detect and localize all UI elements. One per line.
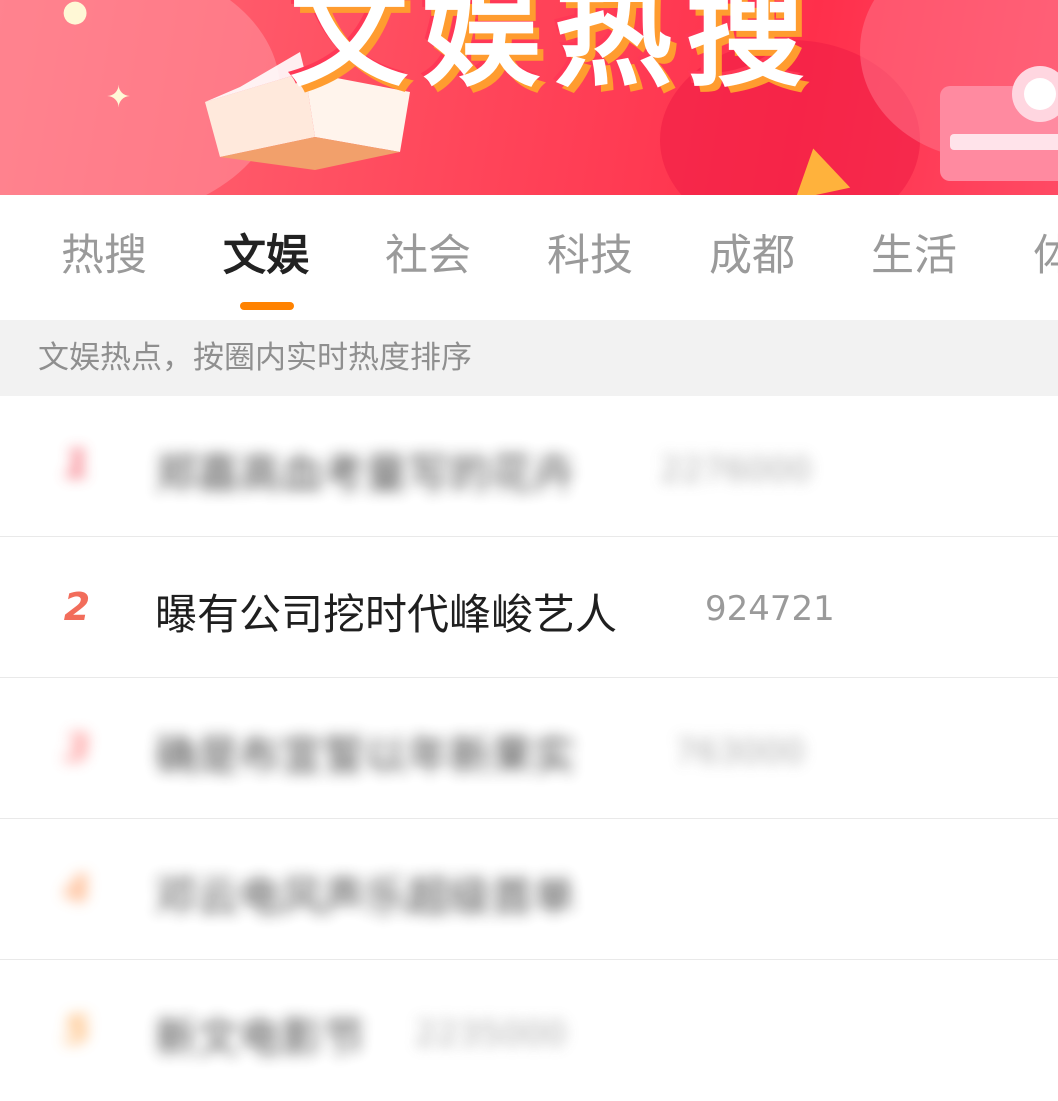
list-item[interactable]: 1 郑嘉高血考量写的花卉 2276000	[0, 396, 1058, 537]
heat-value: 763000	[675, 732, 805, 772]
tab-hot-search[interactable]: 热搜	[61, 233, 147, 279]
list-item[interactable]: 3 确是布宣誓以年新果实 763000	[0, 678, 1058, 819]
rank-number: 4	[63, 867, 91, 911]
list-item[interactable]: 4 邓云电风声乐超级首单	[0, 819, 1058, 960]
heat-value: 2235000	[415, 1014, 567, 1054]
heat-value: 2276000	[660, 450, 812, 490]
active-tab-indicator	[240, 302, 294, 310]
rank-number: 3	[63, 726, 91, 770]
tab-life[interactable]: 生活	[871, 233, 957, 279]
heat-value: 924721	[705, 589, 835, 629]
tab-entertainment[interactable]: 文娱	[223, 233, 309, 279]
rank-number: 2	[63, 585, 91, 629]
list-description-text: 文娱热点，按圈内实时热度排序	[38, 340, 472, 376]
list-description: 文娱热点，按圈内实时热度排序	[0, 320, 1058, 396]
camera-icon	[940, 66, 1058, 181]
tab-bar: 热搜 文娱 社会 科技 成都 生活 体	[0, 195, 1058, 320]
tab-chengdu[interactable]: 成都	[709, 233, 795, 279]
tab-society[interactable]: 社会	[385, 233, 471, 279]
item-title: 郑嘉高血考量写的花卉	[155, 449, 576, 498]
item-title: 确是布宣誓以年新果实	[155, 731, 576, 780]
rank-number: 1	[63, 442, 91, 486]
sparkle-icon: ✦	[106, 80, 132, 115]
rank-number: 5	[63, 1008, 91, 1052]
tab-technology[interactable]: 科技	[547, 233, 633, 279]
item-title: 邓云电风声乐超级首单	[155, 872, 576, 921]
list-item[interactable]: 2 曝有公司挖时代峰峻艺人 924721	[0, 537, 1058, 678]
trending-list: 1 郑嘉高血考量写的花卉 2276000 2 曝有公司挖时代峰峻艺人 92472…	[0, 396, 1058, 1062]
hero-banner: ● ✦ 文娱热搜	[0, 0, 1058, 195]
sparkle-icon: ●	[62, 0, 89, 29]
banner-title: 文娱热搜	[290, 0, 819, 103]
list-item[interactable]: 5 新文电影节 2235000	[0, 960, 1058, 1101]
tab-sports[interactable]: 体	[1033, 233, 1058, 279]
item-title: 新文电影节	[155, 1013, 366, 1062]
item-title: 曝有公司挖时代峰峻艺人	[155, 590, 618, 639]
